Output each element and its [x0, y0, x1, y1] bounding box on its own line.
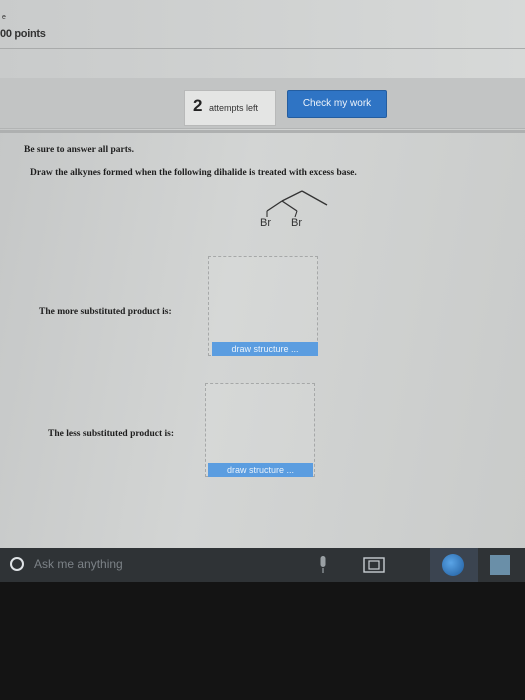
cortana-icon[interactable]: [10, 557, 24, 571]
desk-background: [0, 582, 525, 700]
browser-viewport: e 00 points 2 attempts left Check my wor…: [0, 0, 525, 548]
bromine-left: Br: [260, 217, 271, 229]
drawing-area-more-substituted[interactable]: [208, 256, 318, 356]
task-view-icon[interactable]: [363, 555, 385, 575]
globe-icon: [442, 554, 464, 576]
draw-structure-button-1[interactable]: draw structure ...: [212, 342, 318, 356]
dihalide-structure: Br Br: [254, 189, 334, 244]
assignment-header: e 00 points: [0, 0, 525, 78]
corner-mark: e: [2, 14, 6, 21]
more-substituted-label: The more substituted product is:: [39, 307, 172, 317]
attempts-label: attempts left: [209, 103, 259, 113]
less-substituted-label: The less substituted product is:: [48, 429, 174, 439]
browser-icon[interactable]: [430, 548, 478, 582]
header-divider: [0, 48, 525, 49]
bromine-right: Br: [291, 217, 302, 229]
points-label: 00 points: [0, 28, 46, 40]
action-bar: 2 attempts left Check my work: [0, 78, 525, 129]
instruction-draw-alkynes: Draw the alkynes formed when the followi…: [30, 168, 357, 178]
microphone-icon[interactable]: [318, 556, 328, 574]
question-panel: Be sure to answer all parts. Draw the al…: [0, 133, 525, 548]
draw-structure-button-2[interactable]: draw structure ...: [208, 463, 313, 477]
windows-taskbar: Ask me anything: [0, 548, 525, 582]
attempts-count: 2: [193, 96, 203, 115]
check-my-work-button[interactable]: Check my work: [287, 90, 387, 118]
store-icon[interactable]: [490, 555, 510, 575]
instruction-answer-all: Be sure to answer all parts.: [24, 145, 134, 155]
cortana-search-box[interactable]: Ask me anything: [34, 557, 123, 571]
attempts-indicator: 2 attempts left: [184, 90, 276, 126]
